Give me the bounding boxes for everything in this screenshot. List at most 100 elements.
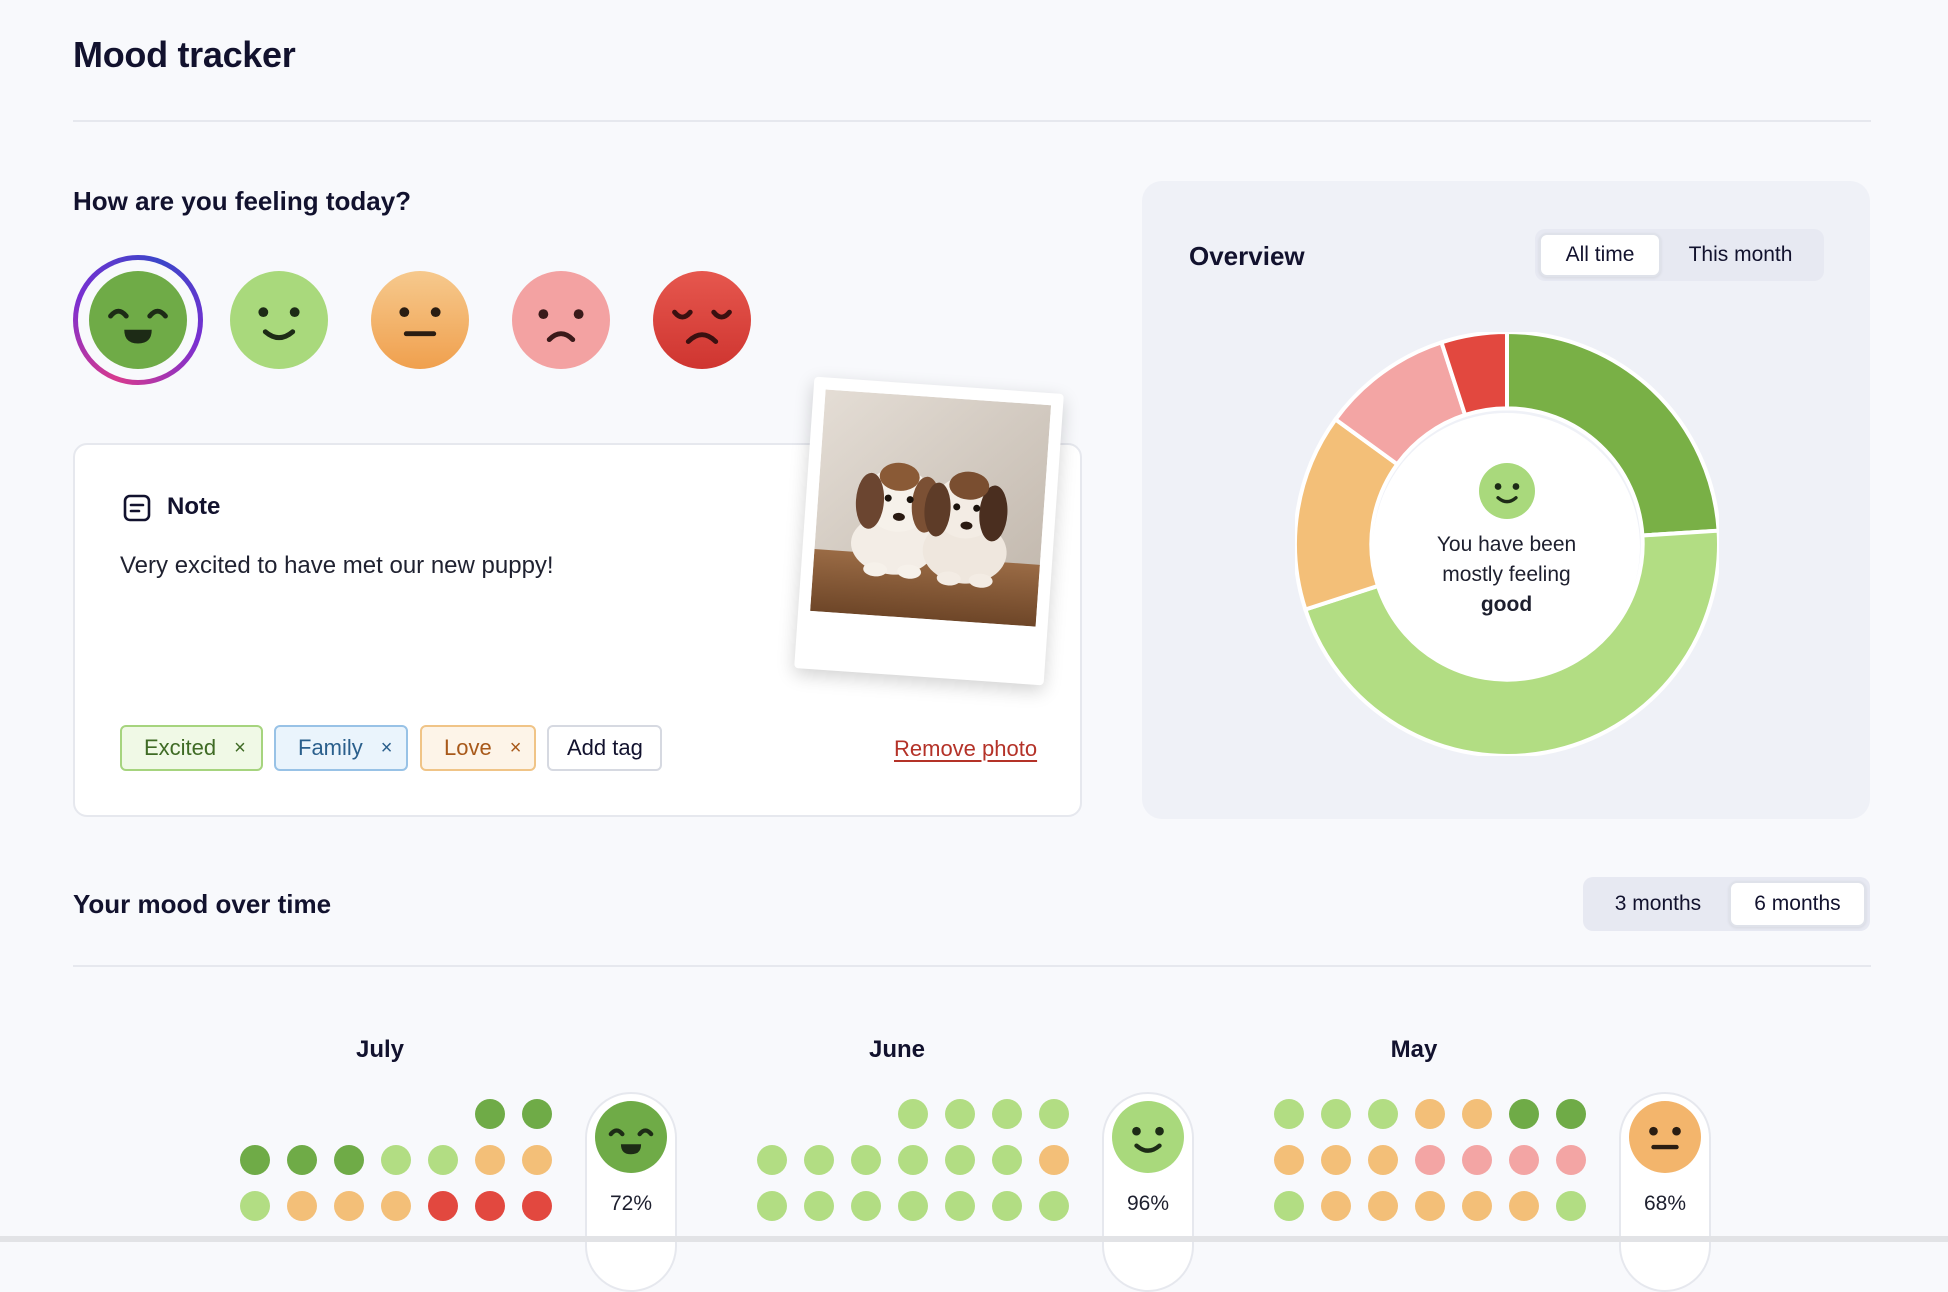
mood-day-dot[interactable]	[1509, 1191, 1539, 1221]
mood-day-dot[interactable]	[1415, 1099, 1445, 1129]
summary-mood: good	[1480, 593, 1533, 616]
add-tag-button[interactable]: Add tag	[547, 725, 662, 771]
mood-day-dot[interactable]	[428, 1191, 458, 1221]
mood-day-dot[interactable]	[898, 1191, 928, 1221]
mood-day-dot[interactable]	[851, 1145, 881, 1175]
overview-title: Overview	[1189, 241, 1305, 271]
mood-day-dot[interactable]	[1321, 1099, 1351, 1129]
tag-love[interactable]: Love ×	[420, 725, 536, 771]
mood-day-dot[interactable]	[898, 1145, 928, 1175]
remove-tag-icon[interactable]: ×	[234, 737, 246, 760]
month-label: June	[868, 1036, 925, 1063]
mood-option-okay[interactable]	[371, 271, 469, 369]
mood-day-dot[interactable]	[1274, 1145, 1304, 1175]
mood-day-dot[interactable]	[1509, 1145, 1539, 1175]
mood-day-dot[interactable]	[804, 1191, 834, 1221]
bottom-edge	[0, 1236, 1948, 1242]
mood-option-awful[interactable]	[653, 271, 751, 369]
tag-family[interactable]: Family ×	[274, 725, 408, 771]
remove-tag-icon[interactable]: ×	[510, 737, 522, 760]
mood-day-dot[interactable]	[287, 1191, 317, 1221]
mood-day-dot[interactable]	[1321, 1191, 1351, 1221]
mood-day-dot[interactable]	[1039, 1099, 1069, 1129]
tag-excited[interactable]: Excited ×	[120, 725, 263, 771]
mood-day-dot[interactable]	[945, 1099, 975, 1129]
mood-day-dot[interactable]	[475, 1191, 505, 1221]
mood-day-dot[interactable]	[334, 1191, 364, 1221]
note-text[interactable]: Very excited to have met our new puppy!	[120, 552, 554, 580]
mood-day-dot[interactable]	[945, 1145, 975, 1175]
month-percent: 72%	[609, 1192, 653, 1215]
mood-day-dot[interactable]	[1368, 1191, 1398, 1221]
header-divider	[73, 120, 1871, 122]
tab-all-time[interactable]: All time	[1539, 233, 1661, 277]
mood-day-dot[interactable]	[522, 1099, 552, 1129]
mood-day-dot[interactable]	[898, 1099, 928, 1129]
puppy-photo	[794, 376, 1064, 686]
mood-day-dot[interactable]	[1368, 1145, 1398, 1175]
mood-day-dot[interactable]	[1415, 1145, 1445, 1175]
happy-face-icon	[230, 271, 328, 369]
tag-label: Family	[298, 735, 363, 760]
month-label: July	[355, 1036, 405, 1063]
mood-day-dot[interactable]	[1321, 1145, 1351, 1175]
mood-day-dot[interactable]	[1509, 1099, 1539, 1129]
mood-day-dot[interactable]	[992, 1145, 1022, 1175]
mood-day-dot[interactable]	[804, 1145, 834, 1175]
month-percent: 96%	[1126, 1192, 1170, 1215]
section-divider	[73, 965, 1871, 967]
mood-option-sad[interactable]	[512, 271, 610, 369]
mood-day-dot[interactable]	[522, 1145, 552, 1175]
tag-label: Love	[444, 735, 492, 760]
month-label: May	[1390, 1036, 1438, 1063]
mood-day-dot[interactable]	[757, 1145, 787, 1175]
mood-day-dot[interactable]	[428, 1145, 458, 1175]
tab-this-month[interactable]: This month	[1661, 233, 1820, 277]
very-happy-face-icon	[89, 271, 187, 369]
mood-day-dot[interactable]	[287, 1145, 317, 1175]
mood-day-dot[interactable]	[992, 1099, 1022, 1129]
mood-day-dot[interactable]	[522, 1191, 552, 1221]
remove-tag-icon[interactable]: ×	[381, 737, 393, 760]
mood-day-dot[interactable]	[1556, 1099, 1586, 1129]
mood-option-great[interactable]	[89, 271, 187, 369]
sad-face-icon	[512, 271, 610, 369]
mood-day-dot[interactable]	[1368, 1099, 1398, 1129]
mood-day-dot[interactable]	[381, 1191, 411, 1221]
tab-6-months[interactable]: 6 months	[1728, 881, 1866, 927]
mood-day-dot[interactable]	[1415, 1191, 1445, 1221]
mood-day-dot[interactable]	[1039, 1145, 1069, 1175]
mood-day-dot[interactable]	[475, 1145, 505, 1175]
summary-line: You have been	[1436, 533, 1577, 556]
mood-day-dot[interactable]	[1274, 1191, 1304, 1221]
overview-summary: You have been mostly feeling good	[1373, 530, 1640, 620]
very-sad-face-icon	[653, 271, 751, 369]
mood-day-dot[interactable]	[475, 1099, 505, 1129]
tab-3-months[interactable]: 3 months	[1587, 881, 1729, 927]
mood-day-dot[interactable]	[334, 1145, 364, 1175]
mood-day-dot[interactable]	[240, 1191, 270, 1221]
note-title: Note	[167, 493, 221, 520]
mood-option-good[interactable]	[230, 271, 328, 369]
mood-day-dot[interactable]	[992, 1191, 1022, 1221]
summary-line: mostly feeling	[1442, 563, 1571, 586]
mood-day-dot[interactable]	[1556, 1191, 1586, 1221]
mood-day-dot[interactable]	[381, 1145, 411, 1175]
mood-day-dot[interactable]	[1462, 1191, 1492, 1221]
time-range-toggle: 3 months 6 months	[1583, 877, 1870, 931]
puppy-image	[810, 389, 1052, 627]
mood-day-dot[interactable]	[1039, 1191, 1069, 1221]
mood-day-dot[interactable]	[945, 1191, 975, 1221]
mood-day-dot[interactable]	[240, 1145, 270, 1175]
remove-photo-link[interactable]: Remove photo	[894, 736, 1037, 762]
neutral-face-icon	[1629, 1101, 1701, 1173]
mood-day-dot[interactable]	[1274, 1099, 1304, 1129]
mood-day-dot[interactable]	[851, 1191, 881, 1221]
mood-day-dot[interactable]	[1556, 1145, 1586, 1175]
mood-day-dot[interactable]	[1462, 1099, 1492, 1129]
mood-day-dot[interactable]	[1462, 1145, 1492, 1175]
tag-label: Excited	[144, 735, 217, 760]
mood-day-dot[interactable]	[757, 1191, 787, 1221]
page-title: Mood tracker	[73, 34, 296, 75]
happy-face-icon	[1112, 1101, 1184, 1173]
